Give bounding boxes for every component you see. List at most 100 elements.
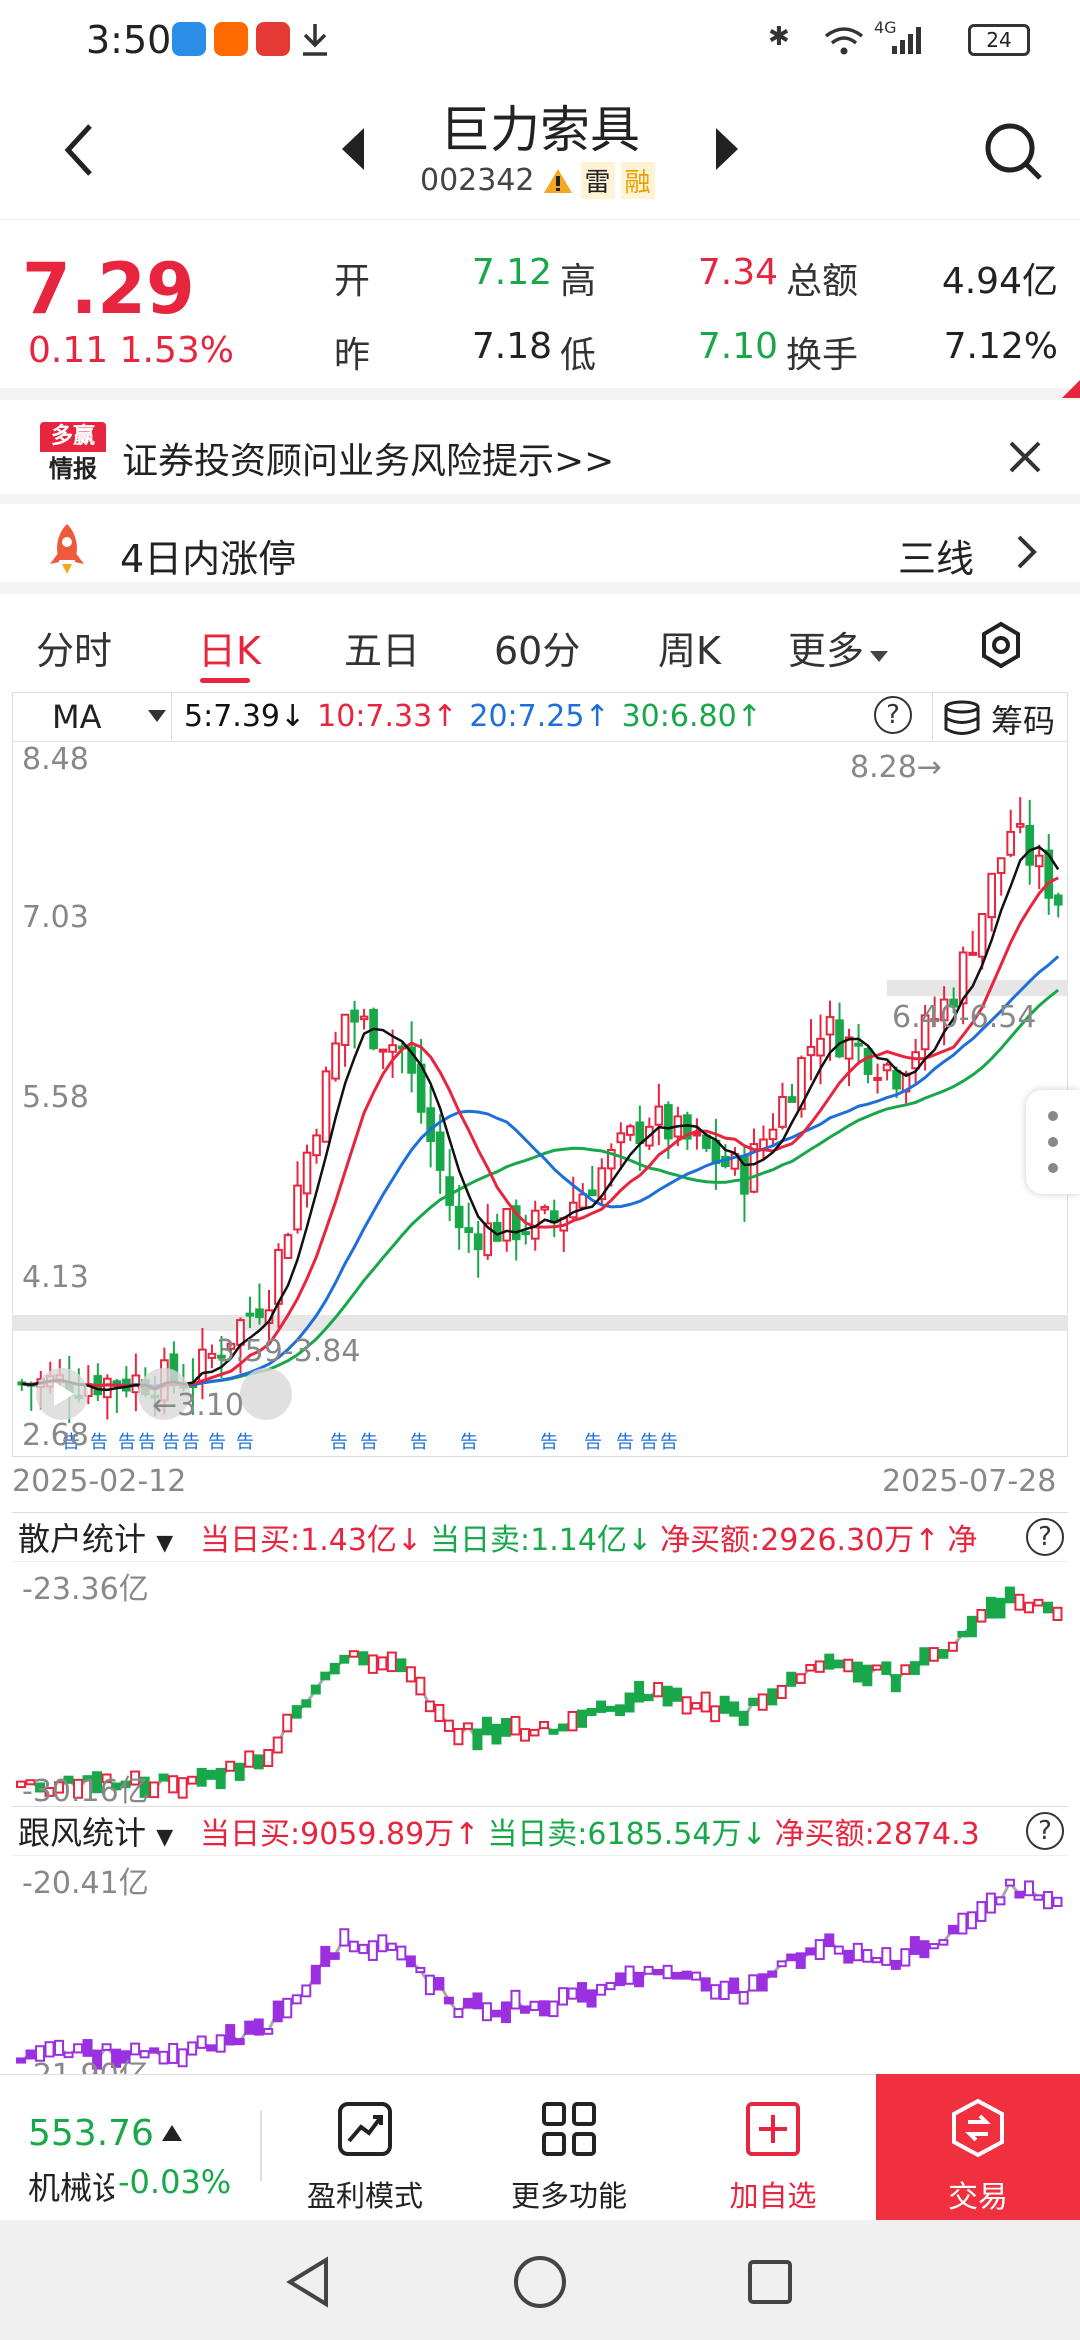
nav-back-icon[interactable] xyxy=(284,2256,332,2308)
candle-body xyxy=(1025,824,1035,866)
tab-intraday[interactable]: 分时 xyxy=(36,620,112,675)
announcement-tag[interactable]: 告 xyxy=(90,1432,108,1453)
side-menu-handle[interactable] xyxy=(1026,1090,1080,1194)
sector-index-name[interactable]: 机械设备 xyxy=(28,2163,114,2209)
ma-select-dropdown[interactable]: MA xyxy=(12,691,172,742)
candle-body xyxy=(473,1233,483,1251)
next-stock-icon[interactable] xyxy=(712,126,742,172)
stats-bar xyxy=(320,1945,331,1967)
stats-bar xyxy=(434,1703,445,1722)
kline-chart[interactable]: 告告告告告告告告告告告告告告告告告 xyxy=(12,742,1068,1457)
announcement-tag[interactable]: 告 xyxy=(118,1432,136,1453)
tab-60min[interactable]: 60分 xyxy=(494,620,580,675)
risk-notice-row[interactable]: 多赢 情报 证券投资顾问业务风险提示>> xyxy=(0,412,1080,504)
retail-stats-dropdown[interactable]: 散户统计 ▼ xyxy=(12,1514,192,1560)
app-notification-icon-2 xyxy=(256,22,290,56)
nav-recents-icon[interactable] xyxy=(746,2258,794,2306)
stats-bar xyxy=(263,1749,274,1768)
announcement-tag[interactable]: 告 xyxy=(236,1432,254,1453)
announcement-tag[interactable]: 告 xyxy=(616,1432,634,1453)
help-icon-retail[interactable]: ? xyxy=(1026,1518,1064,1556)
stats-bar xyxy=(672,1971,683,1980)
follow-sell: 当日卖:6185.54万↓ xyxy=(487,1817,767,1852)
follow-stats-dropdown[interactable]: 跟风统计 ▼ xyxy=(12,1808,192,1854)
chip-distribution-button[interactable]: 筹码 xyxy=(932,692,1068,742)
stats-bar xyxy=(767,1970,778,1978)
stats-bar xyxy=(757,1973,768,1992)
settings-hexagon-icon[interactable] xyxy=(978,620,1024,670)
help-icon[interactable]: ? xyxy=(874,696,912,734)
help-icon-follow[interactable]: ? xyxy=(1026,1812,1064,1850)
trade-button[interactable]: 交易 xyxy=(876,2074,1080,2220)
stats-bar xyxy=(805,1663,816,1672)
low-label: 低 xyxy=(560,335,597,376)
search-icon[interactable] xyxy=(982,120,1046,184)
announcement-tag[interactable]: 告 xyxy=(584,1432,602,1453)
stats-bar xyxy=(900,1664,911,1675)
profit-mode-button[interactable]: 盈利模式 xyxy=(290,2075,440,2221)
limit-up-row[interactable]: 4日内涨停 三线 xyxy=(0,504,1080,594)
stats-bar xyxy=(767,1688,778,1706)
stats-bar xyxy=(291,1705,302,1719)
chevron-right-icon[interactable] xyxy=(1016,534,1038,570)
stats-bar xyxy=(149,1781,160,1799)
announcement-tag[interactable]: 告 xyxy=(138,1432,156,1453)
announcement-tag[interactable]: 告 xyxy=(540,1432,558,1453)
announcement-tag[interactable]: 告 xyxy=(660,1432,678,1453)
sector-index-value[interactable]: 553.76 xyxy=(28,2113,154,2154)
stats-bar xyxy=(653,1969,664,1976)
status-bar: 3:50 ✱ 4G 24 xyxy=(0,0,1080,84)
stats-bar xyxy=(776,1960,787,1968)
stats-bar xyxy=(871,1956,882,1964)
ma10-value: 10:7.33↑ xyxy=(317,699,458,734)
stats-bar xyxy=(909,1661,920,1675)
stats-bar xyxy=(1042,1601,1053,1614)
tab-daily-k[interactable]: 日K xyxy=(198,620,261,675)
announcement-tag[interactable]: 告 xyxy=(640,1432,658,1453)
risk-notice-text[interactable]: 证券投资顾问业务风险提示>> xyxy=(122,432,614,484)
add-watchlist-label: 加自选 xyxy=(729,2179,817,2213)
announcement-tag[interactable]: 告 xyxy=(460,1432,478,1453)
candle-body xyxy=(207,1352,217,1359)
candle-body xyxy=(540,1205,550,1211)
more-functions-button[interactable]: 更多功能 xyxy=(494,2075,644,2221)
retail-stats-chart[interactable] xyxy=(12,1562,1068,1806)
chip-label: 筹码 xyxy=(991,702,1056,740)
stats-bar xyxy=(339,1928,350,1947)
warning-icon xyxy=(543,168,572,193)
prev-close-label: 昨 xyxy=(334,335,371,376)
stats-bar xyxy=(310,1964,321,1985)
stats-bar xyxy=(890,1959,901,1970)
margin-badge[interactable]: 融 xyxy=(620,162,655,199)
y-axis-label-top: 8.48 xyxy=(22,742,89,777)
announcement-tag[interactable]: 告 xyxy=(162,1432,180,1453)
announcement-tag[interactable]: 告 xyxy=(410,1432,428,1453)
announcement-tag[interactable]: 告 xyxy=(330,1432,348,1453)
stats-bar xyxy=(1004,1878,1015,1887)
tab-more[interactable]: 更多 xyxy=(788,620,890,675)
limit-up-right-text[interactable]: 三线 xyxy=(898,528,974,583)
stock-code: 002342 xyxy=(420,163,535,198)
add-watchlist-button[interactable]: 加自选 xyxy=(698,2075,848,2221)
stats-bar xyxy=(786,1671,797,1687)
stats-bar xyxy=(472,1992,483,2010)
risk-badge[interactable]: 雷 xyxy=(580,162,615,199)
announcement-tag[interactable]: 告 xyxy=(182,1432,200,1453)
nav-home-icon[interactable] xyxy=(512,2254,568,2310)
stats-bar xyxy=(881,1661,892,1675)
resistance-zone-label: 6.40-6.54 xyxy=(892,1000,1037,1035)
announcement-tag[interactable]: 告 xyxy=(360,1432,378,1453)
draw-icon[interactable] xyxy=(240,1368,292,1420)
tab-five-day[interactable]: 五日 xyxy=(344,620,420,675)
stats-bar xyxy=(367,1940,378,1961)
duoying-logo-icon: 多赢 情报 xyxy=(40,422,106,488)
stats-bar xyxy=(871,1664,882,1671)
announcement-tag[interactable]: 告 xyxy=(208,1432,226,1453)
stats-bar xyxy=(596,1700,607,1713)
follow-stats-chart[interactable] xyxy=(12,1856,1068,2074)
close-icon[interactable] xyxy=(1008,440,1042,474)
stats-bar xyxy=(491,2009,502,2018)
open-label: 开 xyxy=(334,261,371,302)
tab-weekly-k[interactable]: 周K xyxy=(658,620,721,675)
limit-up-text[interactable]: 4日内涨停 xyxy=(120,528,296,583)
